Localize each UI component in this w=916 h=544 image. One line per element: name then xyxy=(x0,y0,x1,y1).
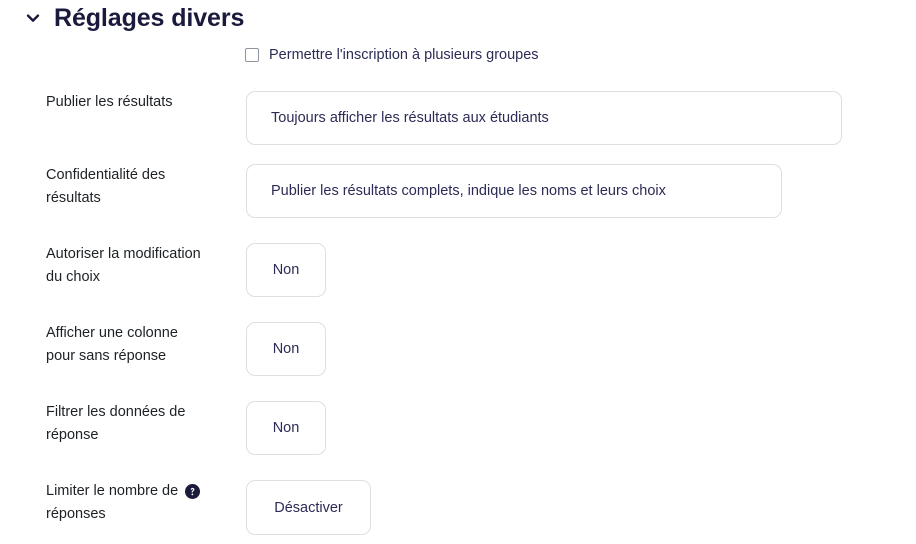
form-row-allow-choice-update: Autoriser la modification du choix Non xyxy=(0,243,916,297)
publish-results-select[interactable]: Toujours afficher les résultats aux étud… xyxy=(246,91,842,145)
chevron-down-icon[interactable] xyxy=(24,9,42,27)
misc-settings-page: Réglages divers Permettre l'inscription … xyxy=(0,0,916,544)
multi-group-enrol-row: Permettre l'inscription à plusieurs grou… xyxy=(245,45,539,65)
control-results-privacy: Publier les résultats complets, indique … xyxy=(246,164,916,218)
control-allow-choice-update: Non xyxy=(246,243,916,297)
label-text-line2: réponse xyxy=(46,427,99,443)
filter-response-data-toggle[interactable]: Non xyxy=(246,401,326,455)
label-text: Publier les résultats xyxy=(46,94,173,110)
control-limit-responses: Désactiver xyxy=(246,480,916,535)
form-row-limit-responses: Limiter le nombre de réponses Désactiver xyxy=(0,480,916,535)
label-text-line1: Limiter le nombre de xyxy=(46,483,179,499)
multi-group-enrol-label[interactable]: Permettre l'inscription à plusieurs grou… xyxy=(269,45,539,65)
label-show-unanswered-column: Afficher une colonne pour sans réponse xyxy=(46,322,246,368)
label-text: Filtrer les données de réponse xyxy=(46,401,185,447)
label-text-line1: Filtrer les données de xyxy=(46,404,186,420)
help-circle-icon[interactable] xyxy=(185,484,201,499)
limit-responses-toggle[interactable]: Désactiver xyxy=(246,480,371,535)
label-text-line2: réponses xyxy=(46,506,106,522)
label-text-line1: Autoriser la modification xyxy=(46,246,201,262)
control-filter-response-data: Non xyxy=(246,401,916,455)
multi-group-enrol-checkbox[interactable] xyxy=(245,48,259,62)
label-publish-results: Publier les résultats xyxy=(46,91,246,114)
label-results-privacy: Confidentialité des résultats xyxy=(46,164,246,210)
label-text-line2: du choix xyxy=(46,269,101,285)
section-header-misc-settings[interactable]: Réglages divers xyxy=(24,2,244,34)
control-publish-results: Toujours afficher les résultats aux étud… xyxy=(246,91,916,145)
label-limit-responses: Limiter le nombre de réponses xyxy=(46,480,246,526)
page-title: Réglages divers xyxy=(54,4,245,32)
label-text-line1: Afficher une colonne xyxy=(46,325,178,341)
label-text: Limiter le nombre de réponses xyxy=(46,480,178,526)
label-text: Afficher une colonne pour sans réponse xyxy=(46,322,178,368)
label-text: Autoriser la modification du choix xyxy=(46,243,201,289)
label-text-line1: Confidentialité des xyxy=(46,167,166,183)
label-text-line2: pour sans réponse xyxy=(46,348,167,364)
show-unanswered-column-toggle[interactable]: Non xyxy=(246,322,326,376)
form-row-publish-results: Publier les résultats Toujours afficher … xyxy=(0,91,916,145)
form-row-filter-response-data: Filtrer les données de réponse Non xyxy=(0,401,916,455)
label-filter-response-data: Filtrer les données de réponse xyxy=(46,401,246,447)
label-text-line2: résultats xyxy=(46,190,101,206)
form-row-show-unanswered-column: Afficher une colonne pour sans réponse N… xyxy=(0,322,916,376)
label-text: Confidentialité des résultats xyxy=(46,164,165,210)
label-allow-choice-update: Autoriser la modification du choix xyxy=(46,243,246,289)
results-privacy-select[interactable]: Publier les résultats complets, indique … xyxy=(246,164,782,218)
form-row-results-privacy: Confidentialité des résultats Publier le… xyxy=(0,164,916,218)
allow-choice-update-toggle[interactable]: Non xyxy=(246,243,326,297)
control-show-unanswered-column: Non xyxy=(246,322,916,376)
